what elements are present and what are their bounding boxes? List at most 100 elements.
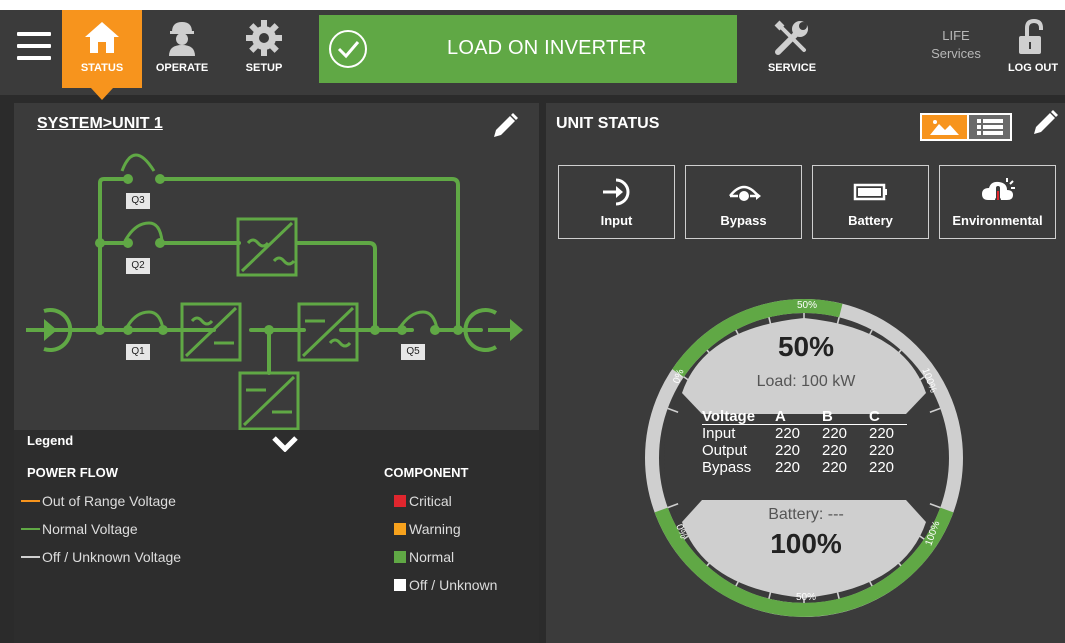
cell-a: 220 bbox=[775, 459, 801, 476]
unlock-icon bbox=[1019, 18, 1043, 54]
orange-swatch bbox=[394, 523, 406, 535]
check-circle-icon bbox=[329, 30, 367, 68]
load-percent: 50% bbox=[777, 331, 835, 362]
panel-title: UNIT STATUS bbox=[556, 115, 660, 132]
legend-item-off-voltage: Off / Unknown Voltage bbox=[21, 549, 181, 565]
menu-icon[interactable] bbox=[17, 32, 51, 62]
nav-operate-label: OPERATE bbox=[155, 62, 209, 74]
legend-item-warning: Warning bbox=[394, 521, 461, 537]
nav-status-button[interactable]: STATUS bbox=[62, 10, 142, 100]
view-toggle bbox=[920, 113, 1012, 141]
logout-button[interactable]: LOG OUT bbox=[1001, 10, 1065, 88]
tile-input[interactable]: Input bbox=[558, 165, 675, 239]
environmental-icon bbox=[981, 178, 1015, 203]
bottom-tick-50: 50% bbox=[795, 592, 816, 603]
cell-a: 220 bbox=[775, 442, 801, 459]
legend-label: Warning bbox=[409, 521, 461, 537]
gear-icon bbox=[246, 20, 282, 56]
cell-b: 220 bbox=[822, 459, 848, 476]
col-c: C bbox=[869, 408, 880, 425]
legend-panel: Legend POWER FLOW Out of Range Voltage N… bbox=[14, 430, 539, 643]
nav-service-button[interactable]: SERVICE bbox=[756, 10, 828, 88]
gray-line-swatch bbox=[21, 556, 40, 558]
tile-environmental-label: Environmental bbox=[952, 213, 1043, 228]
load-label: Load: 100 kW bbox=[756, 373, 856, 390]
col-voltage: Voltage bbox=[702, 408, 756, 425]
graphic-view-button[interactable] bbox=[922, 115, 967, 139]
status-banner-text: LOAD ON INVERTER bbox=[447, 37, 647, 59]
legend-label: Normal bbox=[409, 549, 455, 565]
home-icon bbox=[85, 22, 119, 53]
red-swatch bbox=[394, 495, 406, 507]
nav-service-label: SERVICE bbox=[767, 62, 817, 74]
table-row: Input 220 220 220 bbox=[702, 425, 907, 442]
breaker-label-q3: Q3 bbox=[126, 193, 150, 209]
legend-title: Legend bbox=[27, 433, 74, 448]
tools-icon bbox=[774, 20, 808, 55]
legend-item-normal-voltage: Normal Voltage bbox=[21, 521, 138, 537]
cell-b: 220 bbox=[822, 425, 848, 442]
landscape-icon bbox=[930, 120, 959, 135]
legend-label: Out of Range Voltage bbox=[42, 493, 176, 509]
legend-item-critical: Critical bbox=[394, 493, 452, 509]
nav-setup-label: SETUP bbox=[245, 62, 283, 74]
orange-line-swatch bbox=[21, 500, 40, 502]
legend-item-off-unknown: Off / Unknown bbox=[394, 577, 497, 593]
voltage-table-header: Voltage A B C bbox=[702, 408, 907, 425]
battery-label: Battery: --- bbox=[768, 506, 844, 523]
one-line-diagram bbox=[26, 153, 523, 431]
tile-battery[interactable]: Battery bbox=[812, 165, 929, 239]
top-tick-50: 50% bbox=[796, 300, 817, 311]
unit-status-panel: UNIT STATUS Input Bypass Battery Environ… bbox=[546, 103, 1065, 643]
list-view-button[interactable] bbox=[969, 115, 1010, 139]
tile-bypass-label: Bypass bbox=[720, 213, 767, 228]
legend-item-normal: Normal bbox=[394, 549, 454, 565]
green-swatch bbox=[394, 551, 406, 563]
life-line1: LIFE bbox=[942, 28, 970, 43]
legend-label: Off / Unknown bbox=[409, 577, 498, 593]
breaker-label-q1: Q1 bbox=[126, 344, 150, 360]
cell-c: 220 bbox=[869, 459, 895, 476]
col-b: B bbox=[822, 408, 833, 425]
logout-label: LOG OUT bbox=[1007, 62, 1059, 74]
row-name: Bypass bbox=[702, 459, 752, 476]
tile-bypass[interactable]: Bypass bbox=[685, 165, 802, 239]
battery-percent: 100% bbox=[770, 528, 842, 559]
legend-label: Critical bbox=[409, 493, 452, 509]
table-row: Bypass 220 220 220 bbox=[702, 459, 907, 476]
cell-b: 220 bbox=[822, 442, 848, 459]
nav-status-label: STATUS bbox=[80, 62, 124, 74]
tile-battery-label: Battery bbox=[848, 213, 893, 228]
white-swatch bbox=[394, 579, 406, 591]
row-name: Input bbox=[702, 425, 736, 442]
edit-pencil-icon[interactable] bbox=[1030, 108, 1060, 138]
bypass-icon bbox=[728, 185, 761, 201]
table-row: Output 220 220 220 bbox=[702, 442, 907, 459]
status-banner[interactable]: LOAD ON INVERTER bbox=[319, 15, 737, 83]
tile-input-label: Input bbox=[600, 213, 633, 228]
chevron-down-icon[interactable] bbox=[272, 436, 298, 452]
row-name: Output bbox=[702, 442, 748, 459]
legend-label: Normal Voltage bbox=[42, 521, 138, 537]
battery-icon bbox=[853, 183, 887, 201]
life-services-link[interactable]: LIFE Services bbox=[923, 27, 989, 63]
breaker-label-q5: Q5 bbox=[401, 344, 425, 360]
nav-setup-button[interactable]: SETUP bbox=[232, 10, 296, 88]
legend-label: Off / Unknown Voltage bbox=[42, 549, 182, 565]
green-line-swatch bbox=[21, 528, 40, 530]
input-icon bbox=[602, 178, 629, 206]
list-icon bbox=[977, 119, 1003, 135]
cell-a: 220 bbox=[775, 425, 801, 442]
breaker-label-q2: Q2 bbox=[126, 258, 150, 274]
nav-operate-button[interactable]: OPERATE bbox=[145, 10, 219, 88]
power-flow-heading: POWER FLOW bbox=[27, 465, 118, 480]
voltage-table: Voltage A B C Input 220 220 220 Output 2… bbox=[702, 408, 907, 476]
life-line2: Services bbox=[931, 46, 981, 61]
legend-item-out-of-range: Out of Range Voltage bbox=[21, 493, 176, 509]
cell-c: 220 bbox=[869, 442, 895, 459]
cell-c: 220 bbox=[869, 425, 895, 442]
operator-icon bbox=[169, 22, 195, 56]
col-a: A bbox=[775, 408, 786, 425]
tile-environmental[interactable]: Environmental bbox=[939, 165, 1056, 239]
top-bar: STATUS OPERATE SETUP LOAD ON INVERTER SE… bbox=[0, 0, 1065, 100]
